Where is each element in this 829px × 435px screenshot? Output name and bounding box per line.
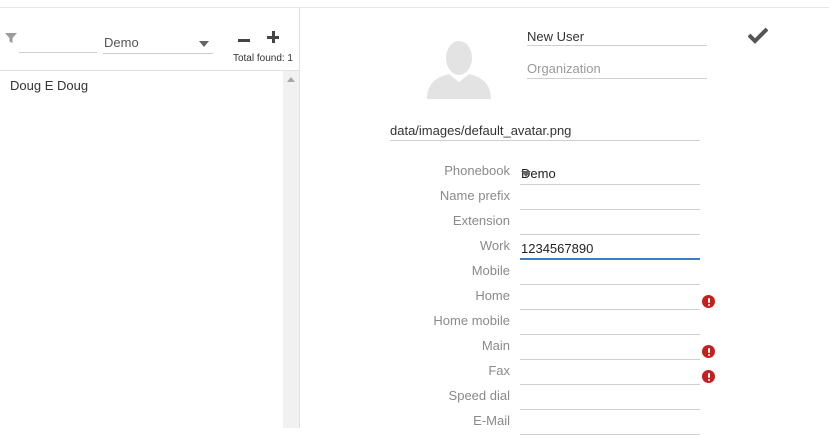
speed-dial-label: Speed dial xyxy=(448,388,510,403)
checkmark-icon[interactable] xyxy=(748,26,768,44)
fax-label: Fax xyxy=(488,363,510,378)
error-icon[interactable] xyxy=(702,345,715,358)
phonebook-label: Phonebook xyxy=(444,163,510,178)
error-icon[interactable] xyxy=(702,295,715,308)
display-name-field[interactable]: New User xyxy=(527,26,707,46)
email-label: E-Mail xyxy=(473,413,510,428)
speed-dial-field[interactable] xyxy=(520,385,700,410)
organization-placeholder: Organization xyxy=(527,61,601,76)
extension-row: Extension xyxy=(380,210,730,235)
email-row: E-Mail xyxy=(380,410,730,435)
phonebook-row: Phonebook Demo xyxy=(380,160,730,185)
remove-contact-button[interactable] xyxy=(237,32,251,48)
scroll-up-arrow-icon[interactable] xyxy=(287,77,295,82)
home-mobile-row: Home mobile xyxy=(380,310,730,335)
phonebook-select[interactable]: Demo xyxy=(103,27,213,54)
mobile-label: Mobile xyxy=(471,263,510,278)
mobile-row: Mobile xyxy=(380,260,730,285)
home-field[interactable] xyxy=(520,285,700,310)
person-silhouette-icon[interactable] xyxy=(427,40,491,99)
home-label: Home xyxy=(475,288,510,303)
work-phone-field[interactable]: 1234567890 xyxy=(520,235,700,260)
chevron-down-icon xyxy=(199,41,209,47)
fax-field[interactable] xyxy=(520,360,700,385)
extension-label: Extension xyxy=(452,213,510,228)
name-prefix-label: Name prefix xyxy=(439,188,510,203)
total-found-count: Total found: 1 xyxy=(232,53,293,64)
home-mobile-field[interactable] xyxy=(520,310,700,335)
main-row: Main xyxy=(380,335,730,360)
filter-icon[interactable] xyxy=(5,32,17,44)
work-label: Work xyxy=(479,238,510,253)
error-icon[interactable] xyxy=(702,370,715,383)
organization-field[interactable]: Organization xyxy=(527,56,707,79)
work-phone-value: 1234567890 xyxy=(521,241,594,256)
contact-list-scrollbar[interactable] xyxy=(283,71,299,428)
main-field[interactable] xyxy=(520,335,700,360)
email-field[interactable] xyxy=(520,410,700,435)
name-prefix-field[interactable] xyxy=(520,185,700,210)
phonebook-dropdown[interactable]: Demo xyxy=(520,160,700,185)
phonebook-select-value: Demo xyxy=(104,35,139,50)
speed-dial-row: Speed dial xyxy=(380,385,730,410)
list-item[interactable]: Doug E Doug xyxy=(10,78,88,93)
extension-field[interactable] xyxy=(520,210,700,235)
home-row: Home xyxy=(380,285,730,310)
chevron-down-icon xyxy=(521,171,531,177)
avatar-path-field[interactable]: data/images/default_avatar.png xyxy=(390,118,700,141)
mobile-field[interactable] xyxy=(520,260,700,285)
display-name-value: New User xyxy=(527,29,585,44)
filter-input[interactable] xyxy=(19,34,97,53)
work-row: Work 1234567890 xyxy=(380,235,730,260)
home-mobile-label: Home mobile xyxy=(433,313,510,328)
avatar-path-value: data/images/default_avatar.png xyxy=(390,123,572,138)
contact-list-pane: Demo Total found: 1 Doug E Doug xyxy=(0,8,300,428)
fax-row: Fax xyxy=(380,360,730,385)
name-prefix-row: Name prefix xyxy=(380,185,730,210)
contact-list: Doug E Doug xyxy=(0,71,282,428)
main-label: Main xyxy=(481,338,510,353)
add-contact-button[interactable] xyxy=(266,30,280,46)
